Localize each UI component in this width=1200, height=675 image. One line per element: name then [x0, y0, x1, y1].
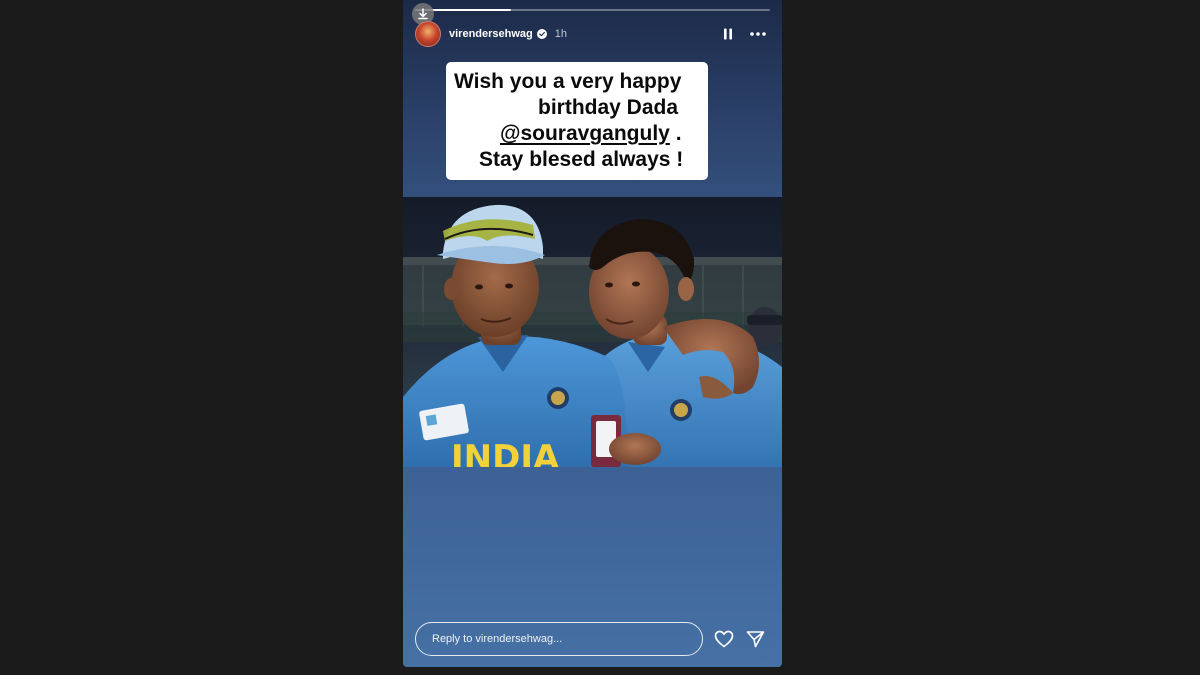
pause-icon — [724, 28, 732, 40]
story-viewer[interactable]: virendersehwag 1h Wish you a very happy … — [403, 0, 782, 667]
story-photo: INDIA — [403, 197, 782, 467]
share-button[interactable] — [744, 628, 766, 650]
caption-line-3: @souravganguly . — [500, 121, 682, 147]
caption-line-1: Wish you a very happy — [454, 70, 682, 93]
reply-input[interactable]: Reply to virendersehwag... — [415, 622, 703, 656]
avatar[interactable] — [415, 21, 441, 47]
story-timestamp: 1h — [554, 28, 568, 40]
like-button[interactable] — [713, 628, 735, 650]
caption-line-2: birthday Dada — [538, 96, 679, 119]
send-icon — [746, 631, 764, 648]
username[interactable]: virendersehwag — [449, 28, 533, 40]
more-icon — [750, 32, 766, 36]
reply-placeholder: Reply to virendersehwag... — [432, 633, 563, 645]
page: virendersehwag 1h Wish you a very happy … — [0, 0, 1200, 675]
mention-link[interactable]: @souravganguly — [500, 122, 670, 145]
caption-line-4: Stay blesed always ! — [479, 148, 684, 171]
verified-badge-icon — [536, 29, 547, 39]
story-header: virendersehwag 1h — [415, 21, 770, 47]
mention-suffix: . — [669, 122, 682, 145]
pause-button[interactable] — [718, 24, 738, 44]
jersey-text: INDIA — [451, 438, 560, 467]
more-options-button[interactable] — [746, 24, 770, 44]
story-progress-bar — [415, 9, 770, 11]
download-icon — [418, 8, 428, 20]
heart-icon — [714, 630, 734, 648]
